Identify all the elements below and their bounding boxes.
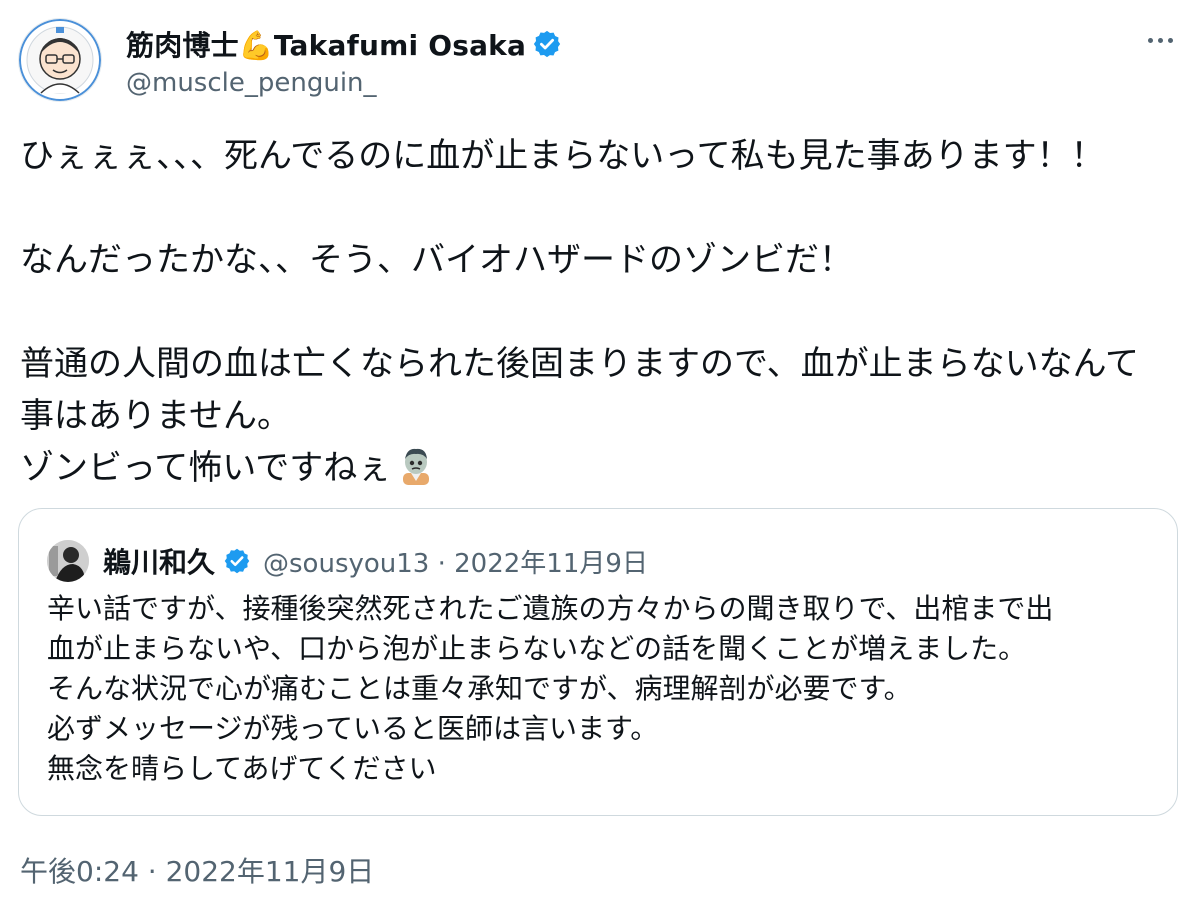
- quoted-tweet-meta[interactable]: @sousyou13 · 2022年11月9日: [263, 543, 648, 580]
- quoted-tweet-line: 無念を晴らしてあげてください: [47, 752, 437, 785]
- author-display-name[interactable]: 筋肉博士💪Takafumi Osaka: [126, 24, 526, 64]
- quoted-tweet-line: 血が止まらないや、口から泡が止まらないなどの話を聞くことが増えました。: [47, 632, 1027, 665]
- tweet-line: 普通の人間の血は亡くなられた後固まりますので、血が止まらないなんて: [20, 344, 1139, 384]
- author-handle[interactable]: @muscle_penguin_: [126, 68, 377, 98]
- quoted-tweet-line: 辛い話ですが、接種後突然死されたご遺族の方々からの聞き取りで、出棺まで出: [47, 592, 1054, 625]
- author-avatar[interactable]: [18, 18, 102, 102]
- tweet-line-blank: [20, 286, 1180, 338]
- tweet-line-blank: [20, 182, 1180, 234]
- tweet-line: なんだったかな、、そう、バイオハザードのゾンビだ！: [20, 240, 853, 280]
- more-horizontal-icon: [1147, 37, 1153, 43]
- more-horizontal-icon-dot: [1157, 37, 1163, 43]
- quoted-author-name[interactable]: 鵜川和久: [103, 541, 215, 581]
- quoted-tweet-line: そんな状況で心が痛むことは重々承知ですが、病理解剖が必要です。: [47, 672, 912, 705]
- tweet-line-last: ゾンビって怖いですねぇ: [20, 442, 1180, 494]
- quoted-tweet-text: 辛い話ですが、接種後突然死されたご遺族の方々からの聞き取りで、出棺まで出 血が止…: [47, 589, 1157, 789]
- verified-badge-icon: [224, 548, 250, 574]
- tweet-line-text: ゾンビって怖いですねぇ: [20, 448, 392, 488]
- more-options-button[interactable]: [1138, 24, 1182, 56]
- quoted-author-avatar[interactable]: [47, 540, 89, 582]
- quoted-tweet-header: 鵜川和久 @sousyou13 · 2022年11月9日: [47, 537, 648, 585]
- tweet-line: 事はありません。: [20, 396, 291, 436]
- tweet-timestamp[interactable]: 午後0:24 · 2022年11月9日: [20, 850, 374, 890]
- person-photo-avatar-icon: [47, 540, 89, 582]
- author-name-line[interactable]: 筋肉博士💪Takafumi Osaka: [126, 24, 562, 64]
- tweet: 筋肉博士💪Takafumi Osaka @muscle_penguin_ ひぇぇ…: [0, 0, 1200, 900]
- tweet-line: ひぇぇぇ、、、死んでるのに血が止まらないって私も見た事あります！！: [20, 136, 1105, 176]
- quoted-tweet[interactable]: 鵜川和久 @sousyou13 · 2022年11月9日 辛い話ですが、接種後突…: [18, 508, 1178, 816]
- zombie-emoji-icon: [403, 448, 430, 485]
- tweet-text: ひぇぇぇ、、、死んでるのに血が止まらないって私も見た事あります！！ なんだったか…: [20, 130, 1180, 494]
- more-horizontal-icon-dot: [1167, 37, 1173, 43]
- verified-badge-icon: [533, 30, 561, 58]
- muscle-doctor-avatar-icon: [19, 19, 101, 101]
- quoted-tweet-line: 必ずメッセージが残っていると医師は言います。: [47, 712, 659, 745]
